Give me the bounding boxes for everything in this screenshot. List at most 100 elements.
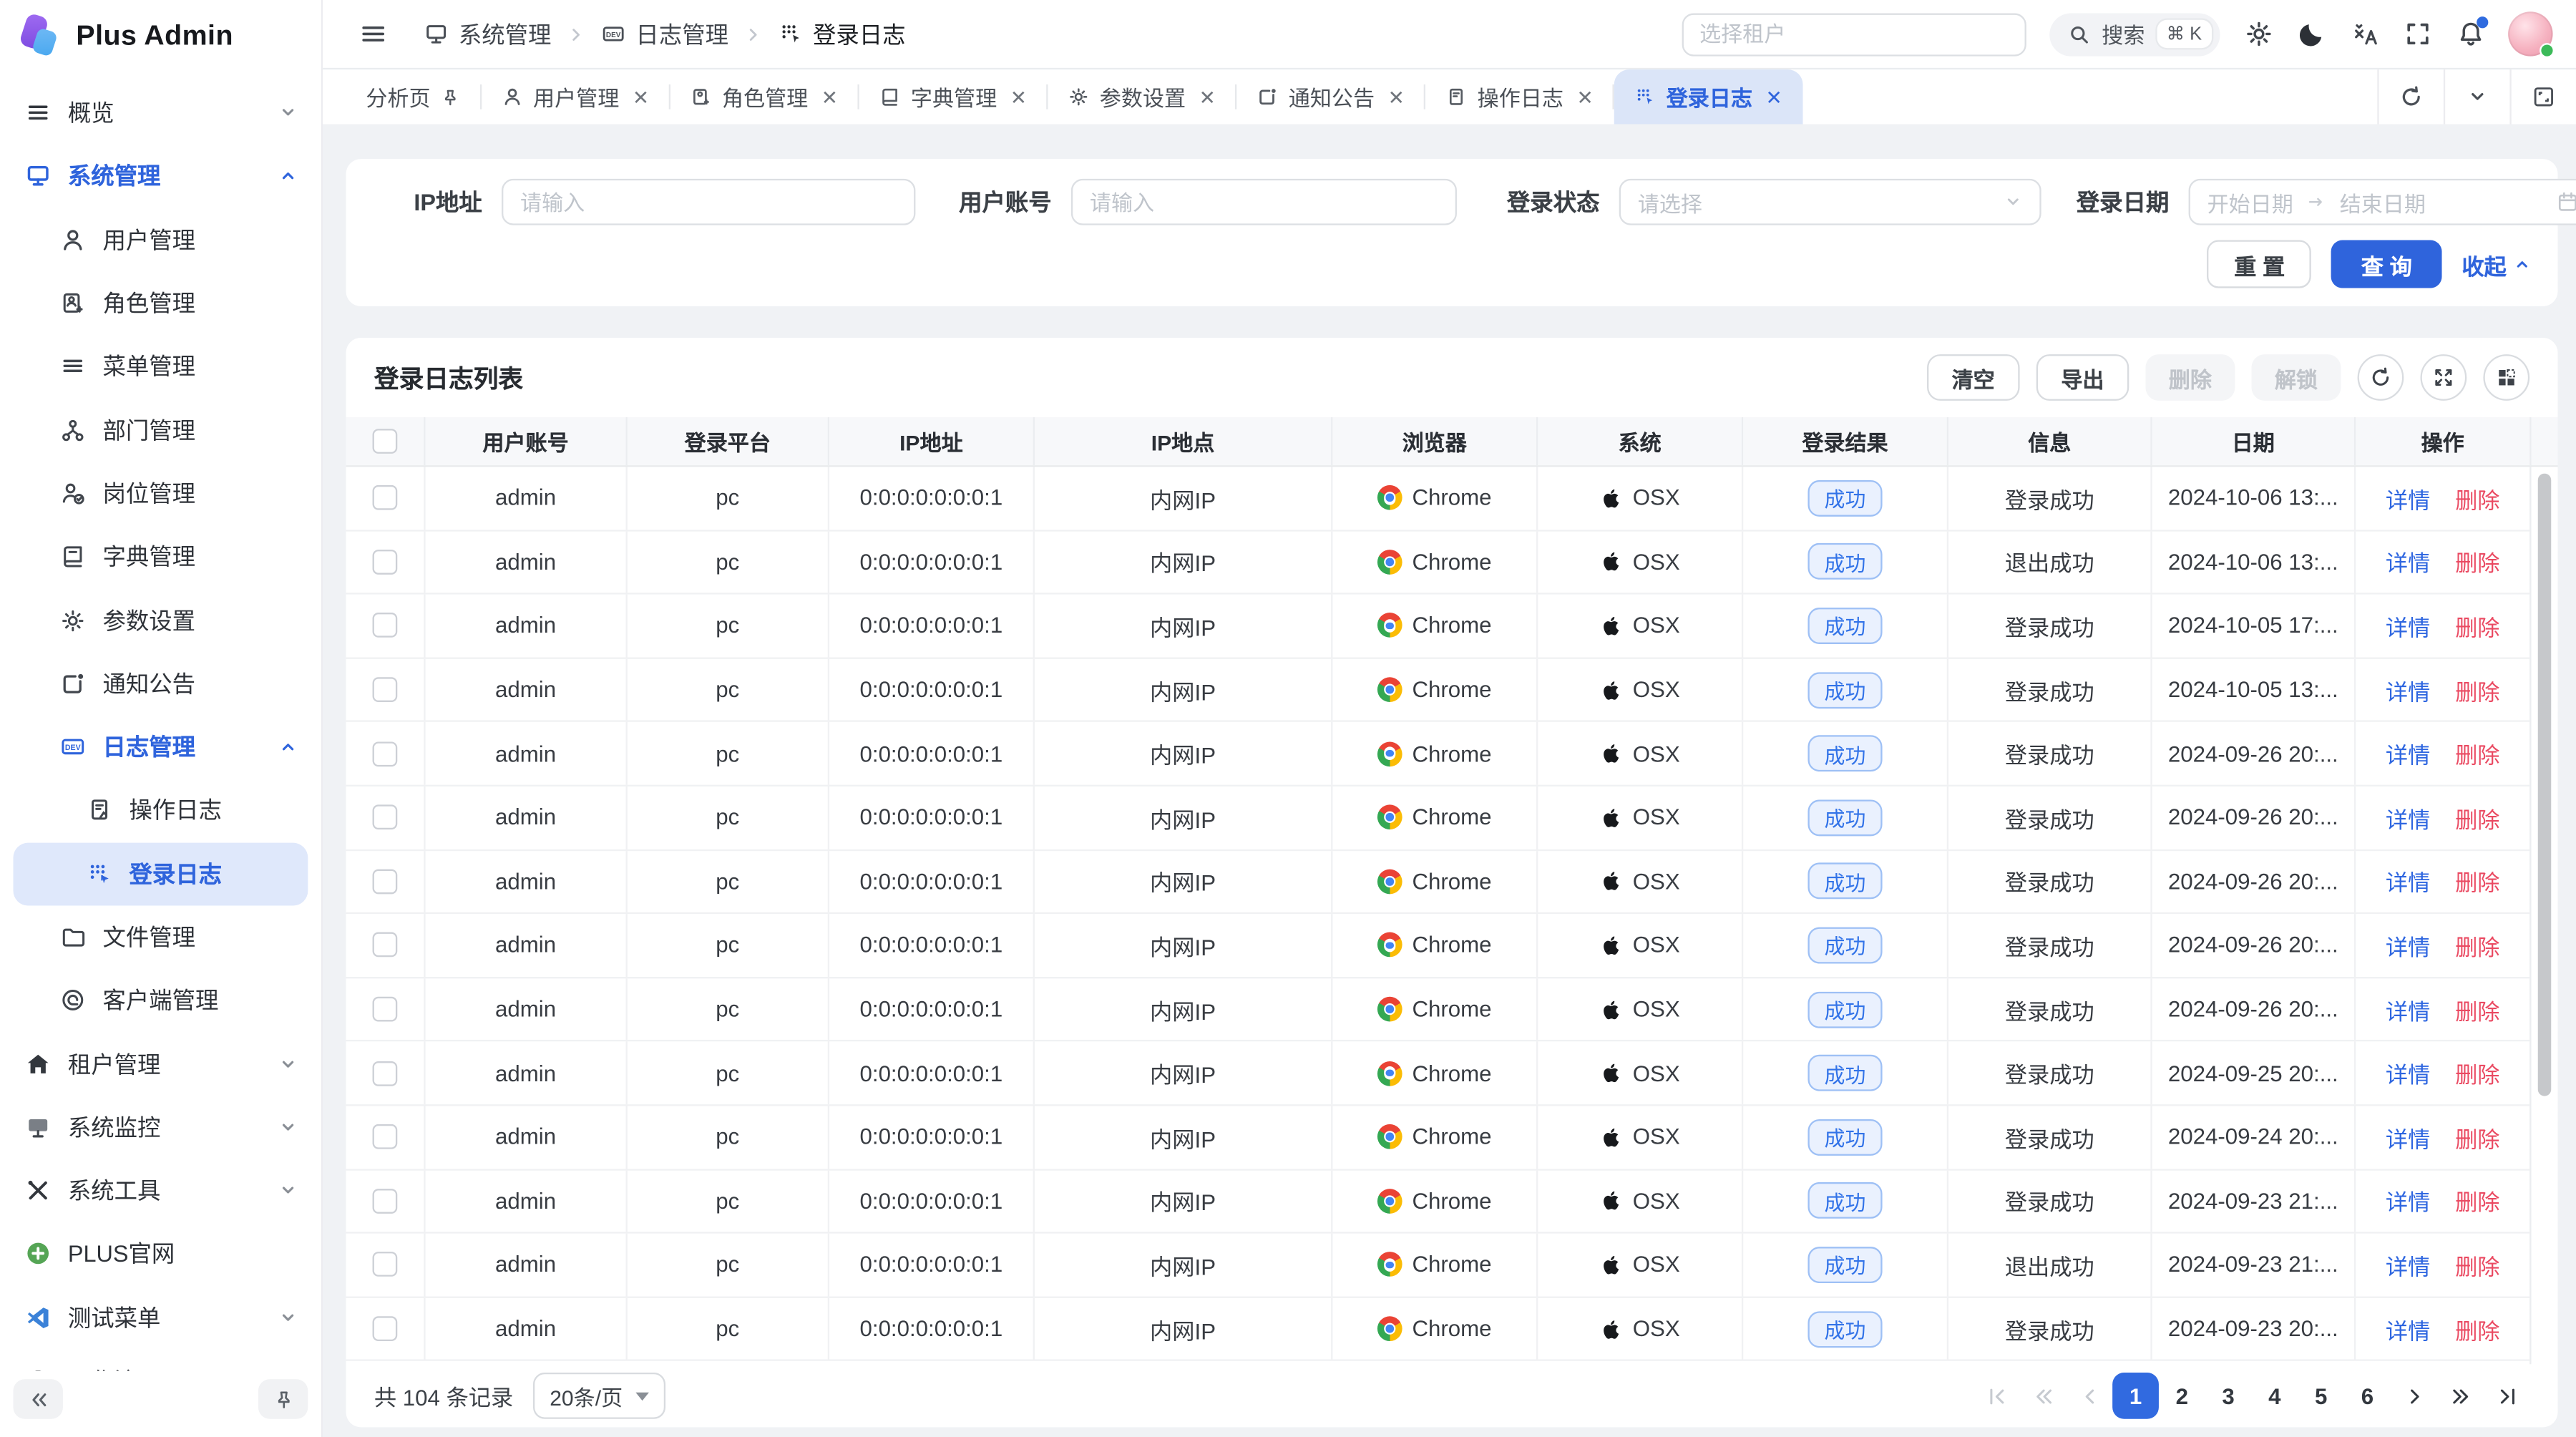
delete-link[interactable]: 删除 [2455, 1248, 2499, 1281]
sidebar-item-test-menu[interactable]: 测试菜单 [0, 1286, 321, 1350]
row-checkbox[interactable] [373, 677, 398, 702]
row-checkbox[interactable] [373, 933, 398, 958]
page-size-select[interactable]: 20条/页 [533, 1373, 665, 1419]
pin-icon[interactable] [440, 87, 460, 107]
detail-link[interactable]: 详情 [2386, 993, 2430, 1026]
close-icon[interactable]: ✕ [1010, 85, 1027, 108]
sidebar-item-params[interactable]: 参数设置 [0, 588, 321, 652]
row-checkbox[interactable] [373, 1316, 398, 1341]
breadcrumb-login-log[interactable]: 登录日志 [778, 17, 905, 50]
sidebar-item-client-mgmt[interactable]: 客户端管理 [0, 969, 321, 1033]
delete-link[interactable]: 删除 [2455, 1312, 2499, 1345]
sidebar-item-menu-mgmt[interactable]: 菜单管理 [0, 335, 321, 399]
close-icon[interactable]: ✕ [1577, 85, 1594, 108]
detail-link[interactable]: 详情 [2386, 1248, 2430, 1281]
sidebar-item-tenant-mgmt[interactable]: 租户管理 [0, 1032, 321, 1096]
detail-link[interactable]: 详情 [2386, 1056, 2430, 1089]
content-fullscreen-button[interactable] [2509, 69, 2576, 124]
detail-link[interactable]: 详情 [2386, 1312, 2430, 1345]
sidebar-item-notice[interactable]: 通知公告 [0, 652, 321, 716]
close-icon[interactable]: ✕ [821, 85, 838, 108]
column-settings-button[interactable] [2483, 354, 2529, 401]
row-checkbox[interactable] [373, 486, 398, 511]
fullscreen-button[interactable] [2402, 19, 2432, 49]
delete-link[interactable]: 删除 [2455, 673, 2499, 706]
detail-link[interactable]: 详情 [2386, 1184, 2430, 1217]
page-6-button[interactable]: 6 [2344, 1373, 2391, 1419]
sidebar-item-role-mgmt[interactable]: 角色管理 [0, 271, 321, 335]
export-button[interactable]: 导出 [2036, 354, 2129, 401]
detail-link[interactable]: 详情 [2386, 609, 2430, 642]
page-5-button[interactable]: 5 [2298, 1373, 2344, 1419]
tab-operation-log[interactable]: 操作日志✕ [1426, 69, 1614, 124]
delete-link[interactable]: 删除 [2455, 993, 2499, 1026]
refresh-tab-button[interactable] [2377, 69, 2444, 124]
row-checkbox[interactable] [373, 1252, 398, 1277]
tab-analysis[interactable]: 分析页 [346, 69, 480, 124]
breadcrumb-system-mgmt[interactable]: 系统管理 [424, 17, 551, 50]
tab-options-button[interactable] [2444, 69, 2510, 124]
account-filter-input[interactable] [1071, 179, 1457, 225]
tab-dict-mgmt[interactable]: 字典管理✕ [859, 69, 1047, 124]
detail-link[interactable]: 详情 [2386, 1121, 2430, 1154]
delete-link[interactable]: 删除 [2455, 545, 2499, 578]
detail-link[interactable]: 详情 [2386, 737, 2430, 770]
sidebar-item-tools[interactable]: 系统工具 [0, 1159, 321, 1223]
row-checkbox[interactable] [373, 741, 398, 766]
sidebar-item-user-mgmt[interactable]: 用户管理 [0, 208, 321, 272]
detail-link[interactable]: 详情 [2386, 801, 2430, 834]
delete-link[interactable]: 删除 [2455, 929, 2499, 962]
close-icon[interactable]: ✕ [1765, 85, 1782, 108]
row-checkbox[interactable] [373, 997, 398, 1022]
page-3-button[interactable]: 3 [2205, 1373, 2252, 1419]
row-checkbox[interactable] [373, 1189, 398, 1214]
tab-user-mgmt[interactable]: 用户管理✕ [482, 69, 669, 124]
delete-link[interactable]: 删除 [2455, 1121, 2499, 1154]
tab-params[interactable]: 参数设置✕ [1048, 69, 1236, 124]
global-search-button[interactable]: 搜索 ⌘ K [2049, 12, 2220, 55]
sidebar-item-log-mgmt[interactable]: DEV 日志管理 [0, 715, 321, 779]
sidebar-item-dept-mgmt[interactable]: 部门管理 [0, 398, 321, 462]
sidebar-item-plus-site[interactable]: PLUS官网 [0, 1222, 321, 1286]
avatar[interactable] [2508, 11, 2552, 56]
sidebar-item-monitor[interactable]: 系统监控 [0, 1096, 321, 1159]
reset-button[interactable]: 重 置 [2207, 240, 2311, 288]
sidebar-item-workflow[interactable]: 工作流 [0, 1349, 321, 1370]
next-10-pages-button[interactable] [2437, 1373, 2484, 1419]
tab-role-mgmt[interactable]: 角色管理✕ [670, 69, 858, 124]
detail-link[interactable]: 详情 [2386, 545, 2430, 578]
refresh-table-button[interactable] [2358, 354, 2404, 401]
detail-link[interactable]: 详情 [2386, 929, 2430, 962]
sidebar-item-overview[interactable]: 概览 [0, 81, 321, 145]
pin-sidebar-button[interactable] [258, 1379, 308, 1419]
delete-link[interactable]: 删除 [2455, 609, 2499, 642]
delete-link[interactable]: 删除 [2455, 737, 2499, 770]
detail-link[interactable]: 详情 [2386, 865, 2430, 898]
hamburger-menu-button[interactable] [358, 19, 388, 49]
tab-login-log[interactable]: 登录日志✕ [1615, 69, 1802, 124]
unlock-button[interactable]: 解锁 [2251, 354, 2341, 401]
row-checkbox[interactable] [373, 869, 398, 894]
collapse-filter-link[interactable]: 收起 [2462, 248, 2531, 281]
brand[interactable]: Plus Admin [0, 0, 321, 73]
tenant-select-input[interactable] [1682, 12, 2026, 55]
status-filter-select[interactable]: 请选择 [1619, 179, 2041, 225]
page-2-button[interactable]: 2 [2159, 1373, 2205, 1419]
close-icon[interactable]: ✕ [633, 85, 649, 108]
tab-notice[interactable]: 通知公告✕ [1237, 69, 1425, 124]
scrollbar-thumb[interactable] [2538, 474, 2552, 1096]
collapse-sidebar-button[interactable] [14, 1379, 63, 1419]
row-checkbox[interactable] [373, 1061, 398, 1086]
close-icon[interactable]: ✕ [1199, 85, 1216, 108]
row-checkbox[interactable] [373, 805, 398, 830]
page-4-button[interactable]: 4 [2251, 1373, 2298, 1419]
notifications-button[interactable] [2455, 19, 2485, 49]
settings-button[interactable] [2243, 19, 2273, 49]
translate-button[interactable] [2349, 19, 2379, 49]
delete-link[interactable]: 删除 [2455, 1056, 2499, 1089]
sidebar-item-login-log[interactable]: 登录日志 [14, 842, 308, 906]
sidebar-item-post-mgmt[interactable]: 岗位管理 [0, 462, 321, 525]
page-1-button[interactable]: 1 [2112, 1373, 2159, 1419]
detail-link[interactable]: 详情 [2386, 673, 2430, 706]
ip-filter-input[interactable] [502, 179, 916, 225]
